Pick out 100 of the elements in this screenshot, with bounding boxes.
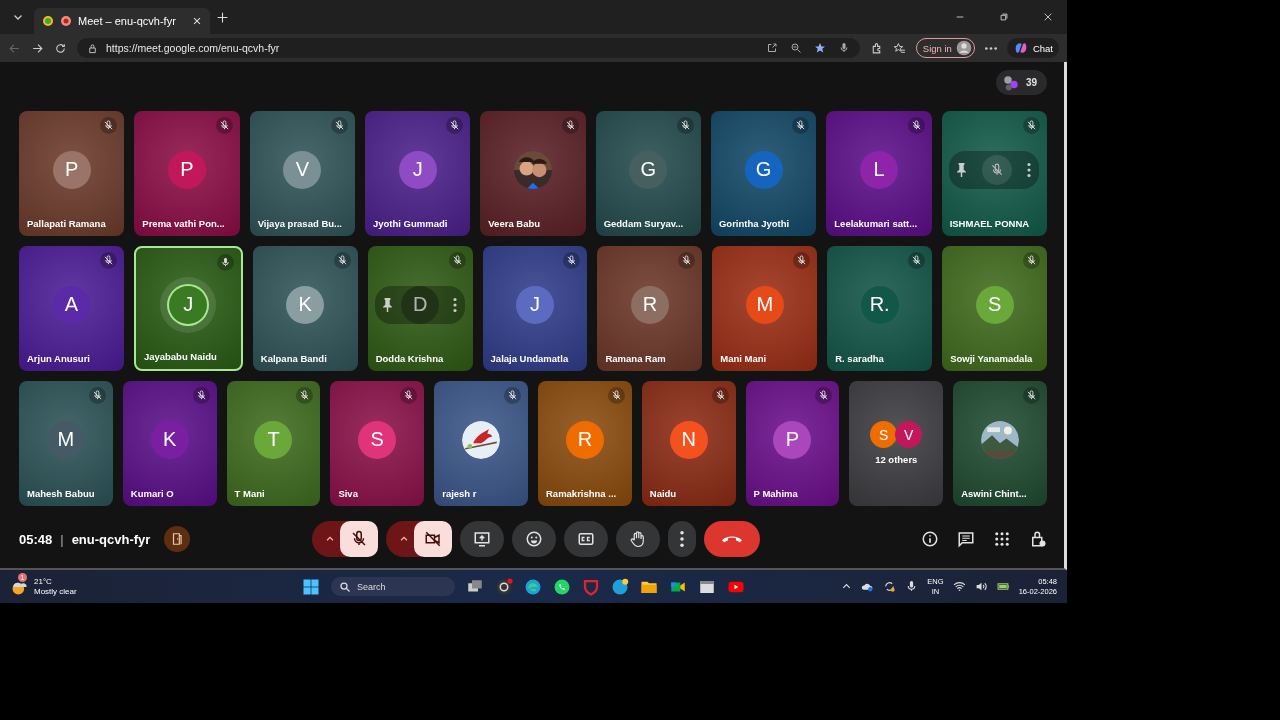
participants-button[interactable]: 39	[995, 70, 1047, 96]
browser-tab[interactable]: Meet – enu-qcvh-fyr	[34, 8, 210, 34]
close-icon[interactable]	[1043, 12, 1053, 22]
recording-icon	[60, 15, 72, 27]
chat-button[interactable]	[957, 530, 975, 549]
participant-tile[interactable]: K Kumari O	[122, 381, 217, 507]
participant-tile[interactable]: M Mani Mani	[712, 246, 818, 372]
taskbar-search[interactable]: Search	[331, 577, 455, 596]
avatar: J	[516, 285, 554, 324]
star-icon[interactable]	[813, 42, 826, 54]
phone-hangup-icon	[722, 535, 742, 544]
address-bar[interactable]: https://meet.google.com/enu-qcvh-fyr	[77, 38, 860, 58]
microphone-icon[interactable]	[837, 42, 850, 54]
participant-tile[interactable]: S Siva	[330, 381, 425, 507]
back-icon[interactable]	[8, 41, 21, 55]
host-controls-button[interactable]	[164, 526, 191, 553]
apps-button[interactable]	[993, 530, 1011, 549]
participant-tile[interactable]: G Gorintha Jyothi	[710, 111, 817, 237]
participant-tile[interactable]: J Jalaja Undamatla	[482, 246, 588, 372]
open-external-icon[interactable]	[765, 42, 778, 54]
shield-icon[interactable]	[582, 577, 600, 596]
pin-icon[interactable]	[957, 162, 967, 177]
participant-name: Veera Babu	[487, 218, 542, 232]
participant-name: Arjun Anusuri	[26, 353, 91, 367]
participant-name: Mani Mani	[719, 353, 768, 367]
participant-tile[interactable]: L Leelakumari satt...	[826, 111, 932, 237]
avatar: G	[744, 150, 783, 189]
avatar: G	[629, 150, 668, 189]
edge-icon[interactable]	[524, 577, 542, 596]
pin-icon[interactable]	[383, 297, 393, 312]
camera-off-icon	[424, 530, 442, 549]
sign-in-button[interactable]: Sign in	[915, 38, 975, 58]
help-icon[interactable]	[611, 577, 629, 596]
participant-tile[interactable]: R Ramakrishna ...	[538, 381, 632, 507]
participant-tile[interactable]: R. R. saradha	[827, 246, 933, 372]
participant-tile[interactable]: V Vijaya prasad Bu...	[249, 111, 355, 237]
raise-hand-button[interactable]	[616, 521, 660, 558]
restore-icon[interactable]	[999, 12, 1009, 22]
more-icon[interactable]	[984, 46, 997, 50]
participant-tile[interactable]: rajesh r	[434, 381, 528, 507]
participant-tile[interactable]: P P Mahima	[745, 381, 840, 507]
info-button[interactable]	[921, 530, 939, 549]
others-label: 12 others	[874, 454, 919, 466]
avatar: M	[46, 420, 85, 459]
participant-name: Aswini Chint...	[960, 488, 1028, 502]
participant-tile[interactable]: P Prema vathi Pon...	[134, 111, 240, 237]
microphone-button[interactable]	[340, 521, 378, 558]
whatsapp-icon[interactable]	[553, 577, 571, 596]
close-icon[interactable]	[192, 16, 202, 26]
avatar: P	[168, 150, 206, 189]
participant-tile[interactable]: Aswini Chint...	[953, 381, 1047, 507]
captions-button[interactable]	[564, 521, 608, 558]
participant-tile[interactable]: M Mahesh Babuu	[19, 381, 113, 507]
more-options-button[interactable]	[668, 521, 696, 558]
participant-tile[interactable]: G Geddam Suryav...	[595, 111, 701, 237]
favorites-icon[interactable]	[892, 41, 906, 55]
participant-tile[interactable]: J Jyothi Gummadi	[365, 111, 471, 237]
participant-tile[interactable]: K Kalpana Bandi	[252, 246, 358, 372]
participant-tile[interactable]: N Naidu	[641, 381, 736, 507]
lock-icon	[1029, 530, 1047, 549]
chrome-icon[interactable]	[495, 577, 513, 596]
present-button[interactable]	[460, 521, 504, 558]
zoom-icon[interactable]	[789, 42, 802, 54]
forward-icon[interactable]	[31, 41, 44, 55]
participant-tile[interactable]: P Pallapati Ramana	[19, 111, 125, 237]
participant-tile[interactable]: Veera Babu	[480, 111, 586, 237]
reactions-button[interactable]	[512, 521, 556, 558]
participant-tile[interactable]: S V 12 others	[849, 381, 944, 507]
participant-tile[interactable]: ISHMAEL PONNA	[941, 111, 1047, 237]
avatar: L	[859, 150, 898, 189]
new-tab-icon[interactable]	[216, 10, 229, 24]
search-icon	[339, 580, 351, 593]
participant-tile[interactable]: A Arjun Anusuri	[19, 246, 124, 372]
participant-tile[interactable]: R Ramana Ram	[597, 246, 703, 372]
mic-off-icon	[989, 162, 1004, 177]
wifi-icon[interactable]	[952, 580, 966, 593]
avatar: D	[401, 285, 440, 324]
participant-name: P Mahima	[752, 488, 799, 502]
participant-name: ISHMAEL PONNA	[948, 218, 1031, 232]
more-icon[interactable]	[453, 297, 458, 312]
participant-name: Gorintha Jyothi	[717, 218, 791, 232]
mute-button[interactable]	[981, 154, 1012, 185]
reload-icon[interactable]	[54, 41, 67, 55]
info-icon	[921, 530, 939, 549]
camera-button[interactable]	[414, 521, 452, 558]
more-icon[interactable]	[1027, 162, 1032, 177]
sync-icon[interactable]	[883, 580, 897, 593]
participant-tile[interactable]: T T Mani	[226, 381, 321, 507]
participant-tile[interactable]: D Dodda Krishna	[367, 246, 473, 372]
volume-icon[interactable]	[974, 580, 988, 593]
meeting-time: 05:48	[19, 531, 53, 547]
participant-tile[interactable]: J Jayababu Naidu	[133, 246, 243, 372]
windows-start-icon[interactable]	[302, 577, 320, 596]
leave-call-button[interactable]	[704, 521, 760, 558]
battery-icon[interactable]	[996, 580, 1010, 593]
avatar: V	[895, 421, 923, 449]
participant-tile[interactable]: S Sowji Yanamadala	[942, 246, 1047, 372]
lock-button[interactable]	[1029, 530, 1047, 549]
chat-button[interactable]: Chat	[1006, 38, 1059, 58]
weather-condition: Mostly clear	[34, 586, 77, 597]
